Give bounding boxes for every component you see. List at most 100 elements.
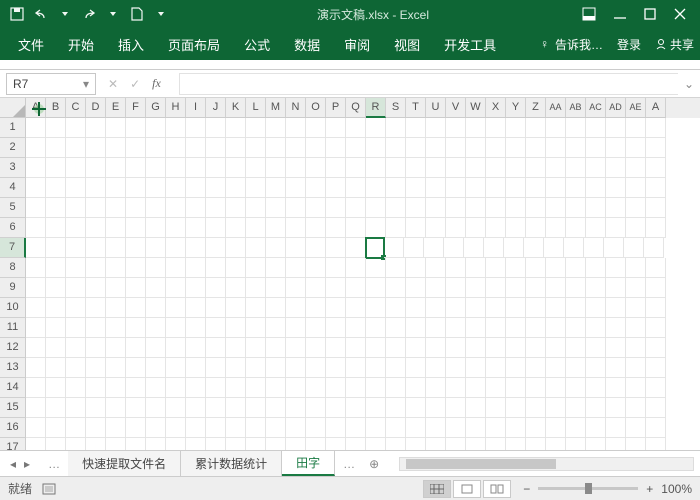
- cell[interactable]: [366, 298, 386, 318]
- cell[interactable]: [306, 278, 326, 298]
- cell[interactable]: [146, 158, 166, 178]
- cell[interactable]: [466, 218, 486, 238]
- cell[interactable]: [286, 378, 306, 398]
- cell[interactable]: [346, 118, 366, 138]
- cell[interactable]: [646, 338, 666, 358]
- cell[interactable]: [186, 118, 206, 138]
- cell[interactable]: [366, 278, 386, 298]
- cell[interactable]: [46, 138, 66, 158]
- cell[interactable]: [606, 278, 626, 298]
- cell[interactable]: [146, 118, 166, 138]
- cell[interactable]: [206, 358, 226, 378]
- cell[interactable]: [606, 438, 626, 450]
- cell[interactable]: [646, 318, 666, 338]
- dropdown-icon[interactable]: [56, 12, 74, 16]
- share-button[interactable]: 共享: [655, 36, 694, 53]
- cell[interactable]: [486, 138, 506, 158]
- column-header[interactable]: B: [46, 98, 66, 118]
- cell[interactable]: [86, 158, 106, 178]
- cell[interactable]: [386, 258, 406, 278]
- cell[interactable]: [26, 178, 46, 198]
- cell[interactable]: [326, 438, 346, 450]
- cell[interactable]: [406, 258, 426, 278]
- cell[interactable]: [226, 278, 246, 298]
- tell-me[interactable]: 告诉我…: [555, 36, 603, 53]
- cell[interactable]: [606, 178, 626, 198]
- tab-home[interactable]: 开始: [56, 28, 106, 60]
- cell[interactable]: [306, 258, 326, 278]
- cell[interactable]: [566, 438, 586, 450]
- cell[interactable]: [226, 158, 246, 178]
- cell[interactable]: [526, 418, 546, 438]
- cell[interactable]: [526, 338, 546, 358]
- cell[interactable]: [46, 158, 66, 178]
- cell[interactable]: [606, 158, 626, 178]
- cell[interactable]: [366, 438, 386, 450]
- cell[interactable]: [586, 358, 606, 378]
- cell[interactable]: [586, 178, 606, 198]
- cell[interactable]: [266, 398, 286, 418]
- cell[interactable]: [606, 318, 626, 338]
- cell[interactable]: [246, 418, 266, 438]
- row-header[interactable]: 17: [0, 438, 26, 450]
- cell[interactable]: [506, 118, 526, 138]
- cell[interactable]: [506, 198, 526, 218]
- cell[interactable]: [546, 358, 566, 378]
- cell[interactable]: [406, 158, 426, 178]
- cell[interactable]: [346, 158, 366, 178]
- cell[interactable]: [226, 398, 246, 418]
- cell[interactable]: [546, 218, 566, 238]
- cell[interactable]: [366, 378, 386, 398]
- cell[interactable]: [326, 278, 346, 298]
- cell[interactable]: [406, 138, 426, 158]
- cell[interactable]: [366, 338, 386, 358]
- cell[interactable]: [66, 338, 86, 358]
- cell[interactable]: [226, 178, 246, 198]
- cell[interactable]: [546, 298, 566, 318]
- cell[interactable]: [126, 178, 146, 198]
- cell[interactable]: [606, 398, 626, 418]
- column-header[interactable]: AB: [566, 98, 586, 118]
- cell[interactable]: [366, 418, 386, 438]
- cell[interactable]: [46, 358, 66, 378]
- cell[interactable]: [166, 298, 186, 318]
- cell[interactable]: [546, 318, 566, 338]
- cell[interactable]: [586, 398, 606, 418]
- cell[interactable]: [206, 238, 226, 258]
- cell[interactable]: [166, 418, 186, 438]
- cell[interactable]: [566, 158, 586, 178]
- cell[interactable]: [86, 198, 106, 218]
- cell[interactable]: [646, 138, 666, 158]
- cell[interactable]: [486, 358, 506, 378]
- column-header[interactable]: H: [166, 98, 186, 118]
- tab-view[interactable]: 视图: [382, 28, 432, 60]
- column-header[interactable]: A: [646, 98, 666, 118]
- column-header[interactable]: P: [326, 98, 346, 118]
- cell[interactable]: [646, 438, 666, 450]
- cell[interactable]: [546, 118, 566, 138]
- cell[interactable]: [66, 298, 86, 318]
- cell[interactable]: [286, 158, 306, 178]
- cell[interactable]: [326, 118, 346, 138]
- cell[interactable]: [106, 178, 126, 198]
- cell[interactable]: [466, 198, 486, 218]
- cell[interactable]: [446, 338, 466, 358]
- cell[interactable]: [366, 198, 386, 218]
- cell[interactable]: [226, 118, 246, 138]
- cell[interactable]: [166, 178, 186, 198]
- cell[interactable]: [466, 258, 486, 278]
- cell[interactable]: [146, 178, 166, 198]
- cell[interactable]: [566, 258, 586, 278]
- cell[interactable]: [606, 118, 626, 138]
- cell[interactable]: [546, 258, 566, 278]
- cell[interactable]: [126, 138, 146, 158]
- cell[interactable]: [326, 218, 346, 238]
- cell[interactable]: [626, 218, 646, 238]
- select-all-corner[interactable]: [0, 98, 26, 118]
- cell[interactable]: [286, 138, 306, 158]
- cell[interactable]: [126, 358, 146, 378]
- cell[interactable]: [66, 258, 86, 278]
- cell[interactable]: [646, 298, 666, 318]
- cell[interactable]: [266, 118, 286, 138]
- cell[interactable]: [306, 218, 326, 238]
